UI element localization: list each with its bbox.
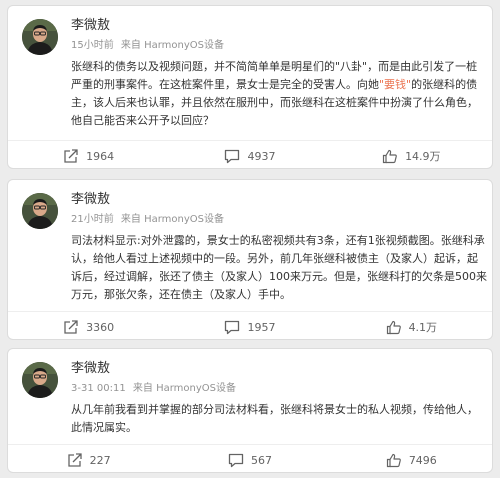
avatar[interactable] xyxy=(22,193,58,229)
comment-button[interactable]: 4937 xyxy=(169,143,330,168)
divider xyxy=(8,140,492,141)
post-meta: 21小时前 来自 HarmonyOS设备 xyxy=(71,213,224,226)
share-icon xyxy=(68,452,82,467)
share-button[interactable]: 1964 xyxy=(8,143,169,168)
comment-icon xyxy=(228,453,244,467)
post-source: 来自 HarmonyOS设备 xyxy=(132,383,236,394)
post-text-segment: 从几年前我看到并掌握的部分司法材料看，张继科将景女士的私人视频，传给他人，此情况… xyxy=(71,403,478,434)
share-button[interactable]: 3360 xyxy=(8,314,169,339)
share-count: 3360 xyxy=(86,320,115,334)
author-name[interactable]: 李微敖 xyxy=(71,192,110,208)
post-text: 从几年前我看到并掌握的部分司法材料看，张继科将景女士的私人视频，传给他人，此情况… xyxy=(71,401,487,437)
avatar[interactable] xyxy=(22,362,58,398)
like-count: 14.9万 xyxy=(405,150,441,163)
like-count: 7496 xyxy=(408,453,437,467)
post-card: 李微敖 3-31 00:11 来自 HarmonyOS设备 从几年前我看到并掌握… xyxy=(7,348,493,473)
post-text-segment: 司法材料显示:对外泄露的，景女士的私密视频共有3条，还有1张视频截图。张继科承认… xyxy=(71,234,487,301)
post-card: 李微敖 21小时前 来自 HarmonyOS设备 司法材料显示:对外泄露的，景女… xyxy=(7,179,493,340)
divider xyxy=(8,444,492,445)
post-text: 张继科的债务以及视频问题，并不简简单单是明星们的"八卦"，而是由此引发了一桩严重… xyxy=(71,58,487,130)
post-meta: 15小时前 来自 HarmonyOS设备 xyxy=(71,39,224,52)
share-count: 227 xyxy=(89,453,111,467)
action-bar: 1964 4937 14.9万 xyxy=(8,143,492,168)
post-text: 司法材料显示:对外泄露的，景女士的私密视频共有3条，还有1张视频截图。张继科承认… xyxy=(71,232,487,304)
post-time[interactable]: 15小时前 xyxy=(71,40,114,51)
like-button[interactable]: 14.9万 xyxy=(331,143,492,168)
post-card: 李微敖 15小时前 来自 HarmonyOS设备 张继科的债务以及视频问题，并不… xyxy=(7,5,493,169)
comment-count: 1957 xyxy=(247,320,276,334)
comment-icon xyxy=(225,320,240,334)
action-bar: 3360 1957 4.1万 xyxy=(8,314,492,339)
comment-button[interactable]: 567 xyxy=(169,447,330,472)
post-source: 来自 HarmonyOS设备 xyxy=(120,40,225,51)
post-meta: 3-31 00:11 来自 HarmonyOS设备 xyxy=(71,382,236,395)
like-button[interactable]: 7496 xyxy=(331,447,492,472)
author-name[interactable]: 李微敖 xyxy=(71,361,110,377)
post-source: 来自 HarmonyOS设备 xyxy=(120,214,225,225)
comment-count: 567 xyxy=(250,453,272,467)
post-time[interactable]: 3-31 00:11 xyxy=(71,383,126,394)
divider xyxy=(8,311,492,312)
action-bar: 227 567 7496 xyxy=(8,447,492,472)
like-icon xyxy=(386,453,401,467)
post-text-highlight[interactable]: "要钱" xyxy=(379,78,411,91)
comment-icon xyxy=(225,149,240,163)
share-icon xyxy=(64,319,78,334)
share-count: 1964 xyxy=(86,149,115,163)
like-icon xyxy=(382,149,397,163)
like-icon xyxy=(386,320,401,334)
author-name[interactable]: 李微敖 xyxy=(71,18,110,34)
share-icon xyxy=(64,148,78,163)
share-button[interactable]: 227 xyxy=(8,447,169,472)
like-count: 4.1万 xyxy=(408,321,438,334)
comment-button[interactable]: 1957 xyxy=(169,314,330,339)
post-time[interactable]: 21小时前 xyxy=(71,214,114,225)
like-button[interactable]: 4.1万 xyxy=(331,314,492,339)
avatar[interactable] xyxy=(22,19,58,55)
comment-count: 4937 xyxy=(247,149,276,163)
